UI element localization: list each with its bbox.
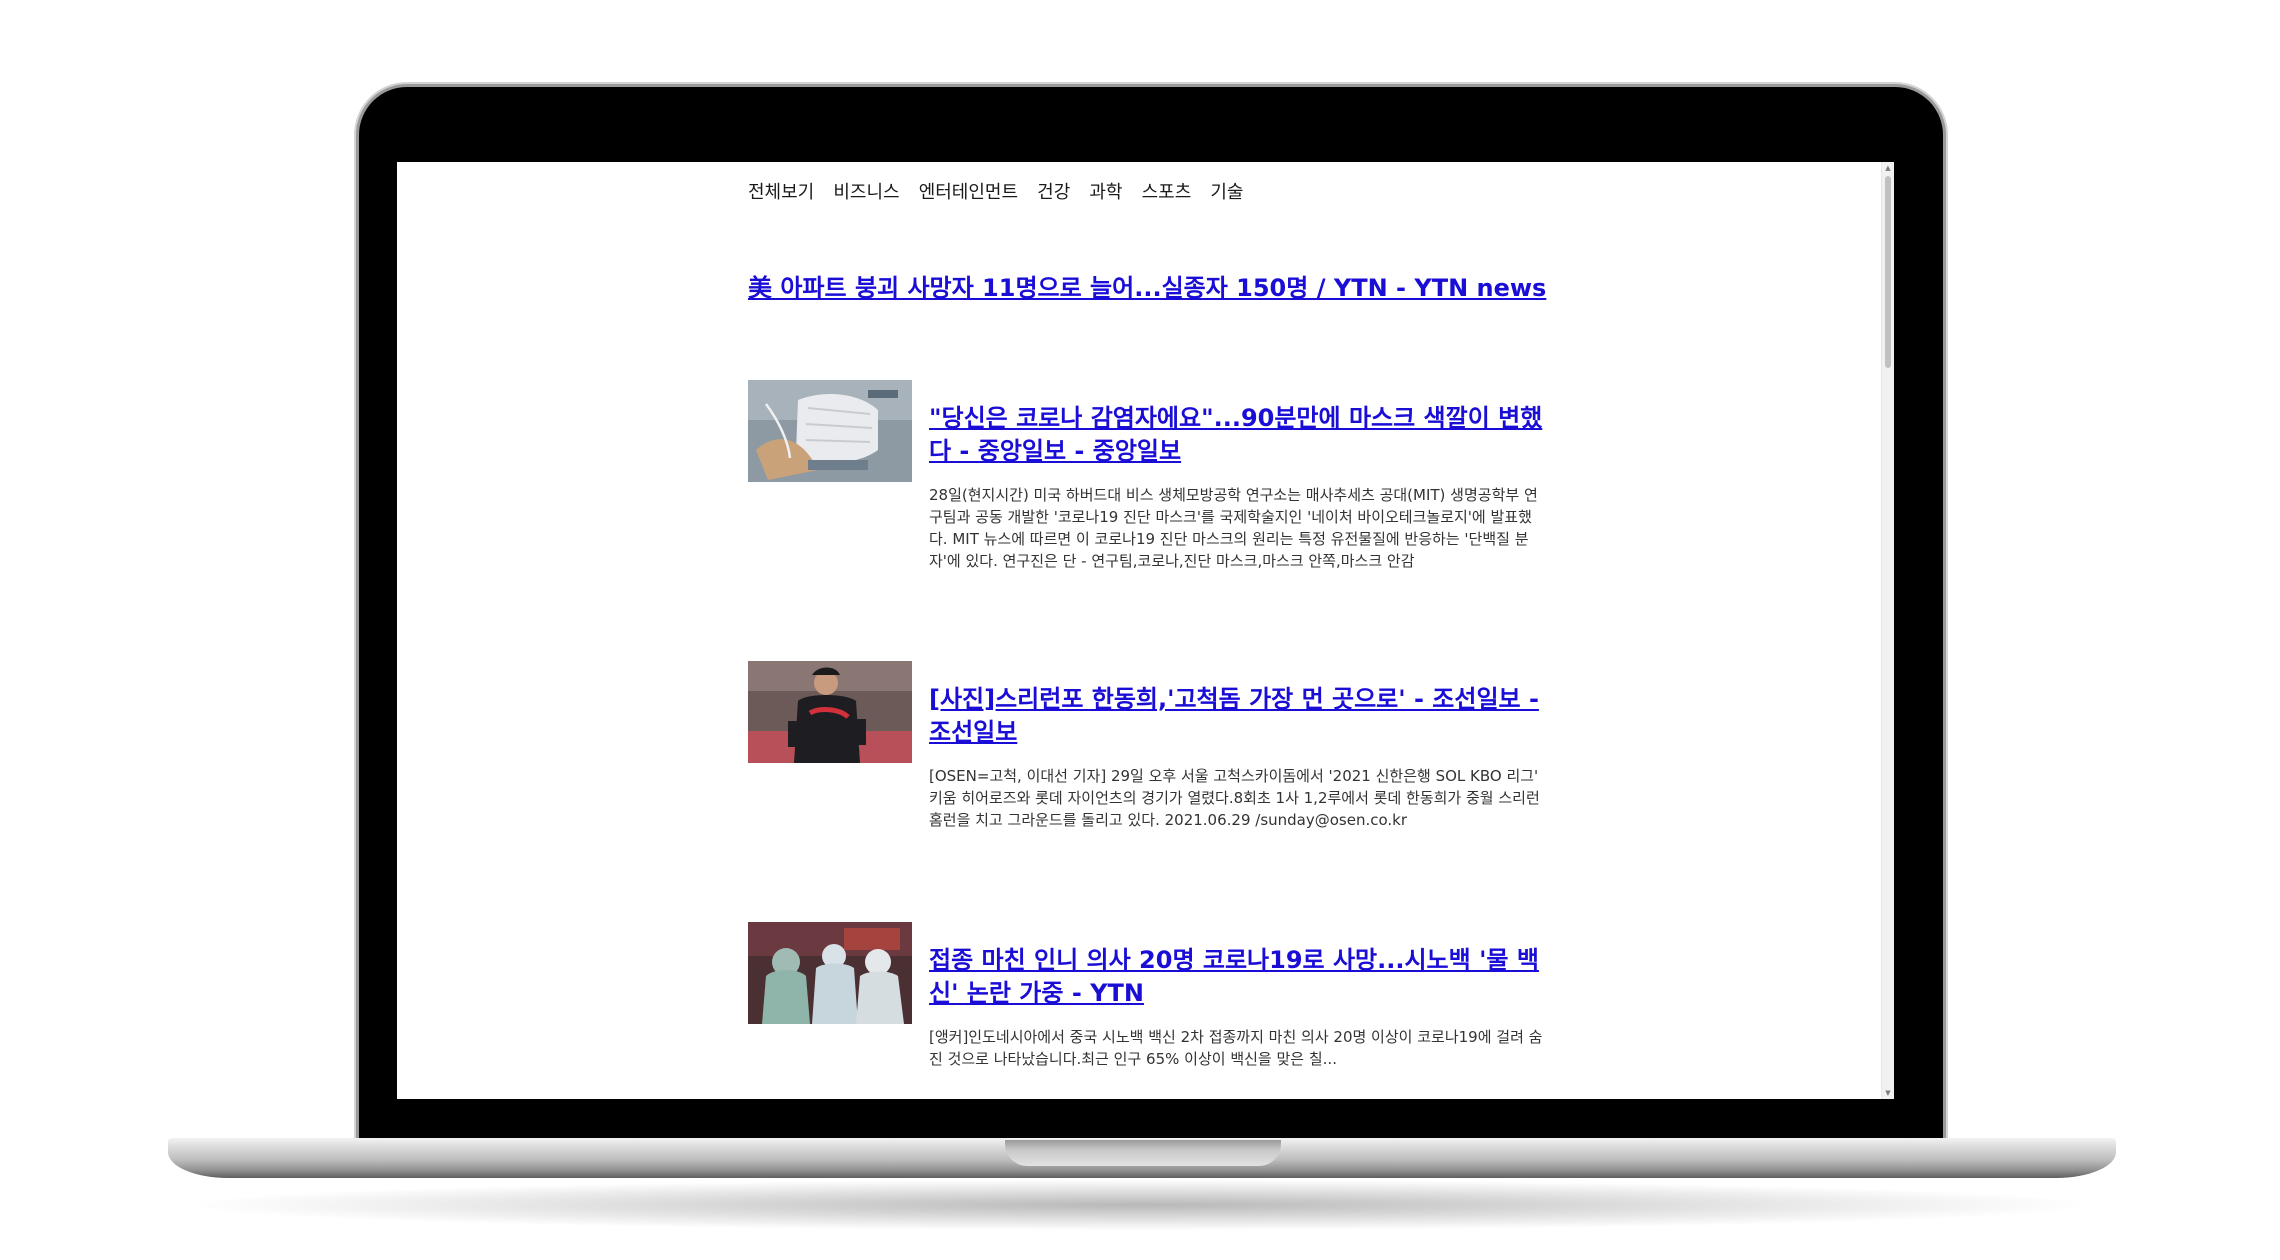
vertical-scrollbar[interactable]: ▲ ▼ [1881, 162, 1894, 1099]
scrollbar-thumb[interactable] [1885, 176, 1891, 368]
nav-item-health[interactable]: 건강 [1037, 182, 1070, 203]
nav-item-business[interactable]: 비즈니스 [833, 182, 899, 203]
laptop-shadow [200, 1180, 2080, 1230]
face-mask-image[interactable] [748, 380, 912, 482]
nav-item-science[interactable]: 과학 [1089, 182, 1122, 203]
article-description: 28일(현지시간) 미국 하버드대 비스 생체모방공학 연구소는 매사추세츠 공… [929, 486, 1538, 570]
article-item: 접종 마친 인니 의사 20명 코로나19로 사망...시노백 '물 백신' 논… [748, 922, 1548, 1099]
nav-item-tech[interactable]: 기술 [1210, 182, 1243, 203]
article-description: [OSEN=고척, 이대선 기자] 29일 오후 서울 고척스카이돔에서 '20… [929, 767, 1540, 829]
article-title-link[interactable]: 접종 마친 인니 의사 20명 코로나19로 사망...시노백 '물 백신' 논… [929, 944, 1549, 1010]
scroll-up-arrow-icon[interactable]: ▲ [1882, 162, 1894, 174]
laptop-notch [1005, 1140, 1281, 1166]
nav-item-entertainment[interactable]: 엔터테인먼트 [919, 182, 1018, 203]
article-description: [앵커]인도네시아에서 중국 시노백 백신 2차 접종까지 마친 의사 20명 … [929, 1028, 1543, 1068]
baseball-player-image[interactable] [748, 661, 912, 763]
nav-item-all[interactable]: 전체보기 [748, 182, 814, 203]
article-title-link[interactable]: [사진]스리런포 한동희,'고척돔 가장 먼 곳으로' - 조선일보 - 조선일… [929, 683, 1549, 749]
article-title-link[interactable]: "당신은 코로나 감염자에요"...90분만에 마스크 색깔이 변했다 - 중앙… [929, 402, 1549, 468]
article-item: [사진]스리런포 한동희,'고척돔 가장 먼 곳으로' - 조선일보 - 조선일… [748, 661, 1548, 881]
scroll-down-arrow-icon[interactable]: ▼ [1882, 1087, 1894, 1099]
medical-staff-image[interactable] [748, 922, 912, 1024]
headline-link[interactable]: 美 아파트 붕괴 사망자 11명으로 늘어...실종자 150명 / YTN -… [748, 272, 1548, 304]
nav-item-sports[interactable]: 스포츠 [1142, 182, 1192, 203]
browser-viewport: 전체보기 비즈니스 엔터테인먼트 건강 과학 스포츠 기술 美 아파트 붕괴 사… [397, 162, 1894, 1099]
category-nav: 전체보기 비즈니스 엔터테인먼트 건강 과학 스포츠 기술 [748, 178, 1257, 204]
article-item: "당신은 코로나 감염자에요"...90분만에 마스크 색깔이 변했다 - 중앙… [748, 380, 1548, 600]
